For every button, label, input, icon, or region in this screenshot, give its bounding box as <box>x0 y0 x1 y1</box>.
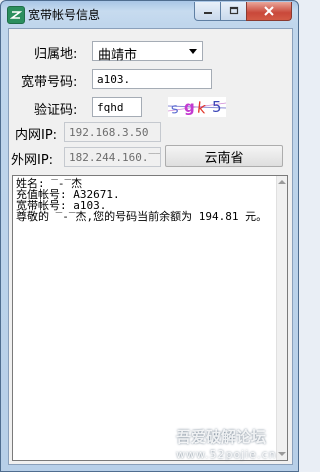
result-line: 尊敬的 ‾-‾杰,您的号码当前余额为 194.81 元。 <box>16 210 268 223</box>
window-title: 宽带帐号信息 <box>28 8 101 22</box>
watermark-url: www.52pojie.cn <box>176 448 277 461</box>
lan-ip-field[interactable]: 192.168.3.50 <box>64 122 161 142</box>
wan-ip-label: 外网IP: <box>11 153 54 168</box>
svg-text:5: 5 <box>212 98 222 116</box>
maximize-icon <box>229 6 238 15</box>
app-icon <box>7 6 25 24</box>
wan-ip-field[interactable]: 182.244.160.‾‾‾ <box>64 147 161 167</box>
captcha-label: 验证码: <box>34 103 78 118</box>
watermark-title: 吾爱破解论坛 <box>176 428 267 446</box>
lan-ip-label: 内网IP: <box>15 128 58 143</box>
region-selected-value: 曲靖市 <box>98 48 138 63</box>
svg-text:k: k <box>196 99 207 117</box>
captcha-input[interactable]: fqhd <box>92 97 142 117</box>
svg-text:s: s <box>170 101 179 117</box>
vertical-scrollbar[interactable] <box>276 176 287 460</box>
result-textarea[interactable]: 姓名: ‾-‾杰 充值帐号: A32671. 宽带帐号: a103. 尊敬的 ‾… <box>12 175 288 461</box>
region-label: 归属地: <box>34 47 78 62</box>
account-label: 宽带号码: <box>21 75 78 90</box>
captcha-graphic: s g k 5 <box>168 98 226 117</box>
title-bar[interactable]: 宽带帐号信息 <box>1 1 298 27</box>
close-icon <box>264 6 274 16</box>
captcha-image[interactable]: s g k 5 <box>168 97 226 117</box>
scroll-up-arrow-icon[interactable] <box>278 180 286 184</box>
minimize-button[interactable] <box>194 2 221 21</box>
app-window: 宽带帐号信息 归属地: 曲靖市 宽带号码: a103. 验证码: fqhd s … <box>0 0 299 472</box>
account-input[interactable]: a103. <box>92 69 212 89</box>
client-area: 归属地: 曲靖市 宽带号码: a103. 验证码: fqhd s g k 5 内… <box>8 28 293 465</box>
maximize-button[interactable] <box>220 2 247 21</box>
svg-text:g: g <box>184 98 195 116</box>
province-button[interactable]: 云南省 <box>165 145 283 167</box>
minimize-icon <box>203 12 212 14</box>
chevron-down-icon <box>189 49 197 54</box>
region-select[interactable]: 曲靖市 <box>92 41 203 63</box>
watermark: 吾爱破解论坛 www.52pojie.cn <box>176 429 291 469</box>
close-button[interactable] <box>246 2 292 21</box>
